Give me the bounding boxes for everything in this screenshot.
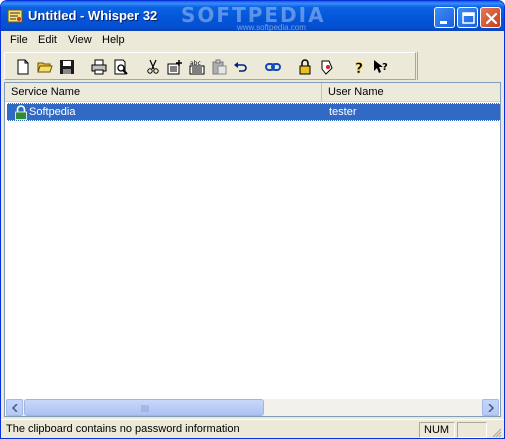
column-user-name[interactable]: User Name: [322, 83, 500, 102]
list-header: Service Name User Name: [5, 83, 500, 102]
undo-icon[interactable]: [231, 57, 251, 77]
print-icon[interactable]: [89, 57, 109, 77]
lock-icon[interactable]: [295, 57, 315, 77]
menu-view[interactable]: View: [66, 34, 94, 46]
toolbar-divider: [417, 52, 418, 80]
menu-edit[interactable]: Edit: [36, 34, 59, 46]
find-replace-icon[interactable]: abc: [187, 57, 207, 77]
num-lock-pane: NUM: [419, 422, 455, 438]
menu-file[interactable]: File: [8, 34, 30, 46]
add-entry-icon[interactable]: [165, 57, 185, 77]
scroll-right-button[interactable]: [482, 399, 499, 416]
context-help-icon[interactable]: ?: [371, 57, 391, 77]
menu-help[interactable]: Help: [100, 34, 127, 46]
horizontal-scrollbar[interactable]: [6, 399, 499, 416]
print-preview-icon[interactable]: [111, 57, 131, 77]
svg-text:?: ?: [382, 62, 388, 73]
close-button[interactable]: [480, 7, 501, 28]
key-record-icon[interactable]: [317, 57, 337, 77]
status-pane-empty: [457, 422, 487, 438]
app-whisper-icon: [7, 8, 23, 24]
scrollbar-thumb[interactable]: [24, 399, 264, 416]
column-service-name[interactable]: Service Name: [5, 83, 322, 102]
new-file-icon[interactable]: [13, 57, 33, 77]
minimize-button[interactable]: [434, 7, 455, 28]
password-list[interactable]: Service Name User Name Softpedia tester: [4, 82, 501, 417]
maximize-button[interactable]: [457, 7, 478, 28]
service-name-cell: Softpedia: [29, 106, 76, 118]
status-bar: The clipboard contains no password infor…: [1, 419, 504, 438]
window-title: Untitled - Whisper 32: [28, 8, 158, 23]
title-bar[interactable]: Untitled - Whisper 32 SOFTPEDIA www.soft…: [1, 1, 504, 32]
save-disk-icon[interactable]: [57, 57, 77, 77]
svg-text:?: ?: [355, 61, 363, 75]
lock-icon: [14, 105, 28, 120]
num-lock-indicator: NUM: [424, 424, 450, 436]
paste-icon[interactable]: [209, 57, 229, 77]
cut-icon[interactable]: [143, 57, 163, 77]
app-window: Untitled - Whisper 32 SOFTPEDIA www.soft…: [0, 0, 505, 439]
link-icon[interactable]: [263, 57, 283, 77]
user-name-cell: tester: [329, 106, 357, 118]
open-folder-icon[interactable]: [35, 57, 55, 77]
menu-bar: File Edit View Help: [1, 31, 504, 51]
toolbar: abc ? ?: [4, 52, 416, 80]
status-message: The clipboard contains no password infor…: [6, 423, 240, 435]
resize-grip-icon[interactable]: [490, 426, 502, 438]
table-row[interactable]: Softpedia tester: [7, 103, 500, 121]
scroll-left-button[interactable]: [6, 399, 23, 416]
help-icon[interactable]: ?: [349, 57, 369, 77]
